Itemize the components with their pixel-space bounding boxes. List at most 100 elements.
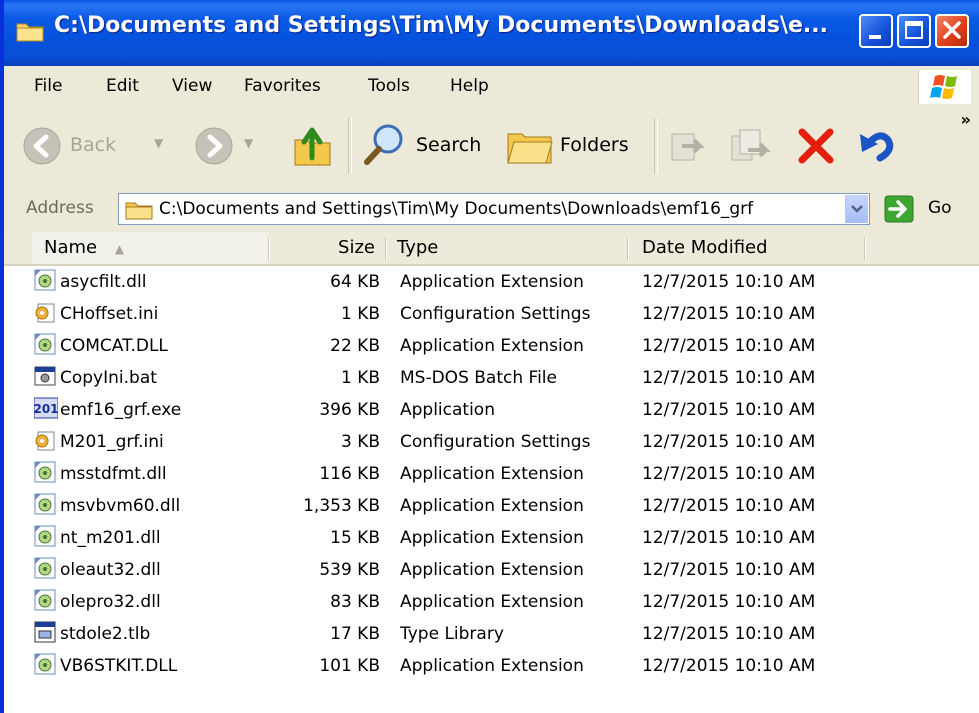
file-name[interactable]: msstdfmt.dll — [60, 464, 167, 484]
folders-icon[interactable] — [506, 124, 554, 166]
file-name[interactable]: olepro32.dll — [60, 592, 161, 612]
file-date-modified: 12/7/2015 10:10 AM — [642, 272, 816, 292]
move-to-icon[interactable] — [668, 126, 708, 166]
toolbar-overflow-chevron[interactable]: » — [961, 110, 971, 129]
tlb-icon — [34, 621, 56, 643]
dll-icon — [34, 525, 56, 547]
minimize-button[interactable] — [859, 14, 893, 48]
file-size: 83 KB — [330, 592, 380, 612]
column-header-type[interactable]: Type — [387, 232, 627, 264]
file-row[interactable]: nt_m201.dll 15 KB Application Extension 12/… — [4, 522, 979, 554]
title-bar[interactable]: C:\Documents and Settings\Tim\My Documen… — [4, 0, 979, 66]
file-name[interactable]: COMCAT.DLL — [60, 336, 168, 356]
file-size: 17 KB — [330, 624, 380, 644]
dll-icon — [34, 333, 56, 355]
close-button[interactable] — [935, 14, 969, 48]
delete-icon[interactable] — [796, 126, 836, 166]
back-arrow-icon[interactable] — [22, 126, 62, 166]
file-name[interactable]: oleaut32.dll — [60, 560, 161, 580]
file-row[interactable]: CopyIni.bat 1 KB MS-DOS Batch File 12/7/201… — [4, 362, 979, 394]
file-type: Application Extension — [400, 528, 584, 548]
file-type: Application Extension — [400, 464, 584, 484]
file-row[interactable]: msstdfmt.dll 116 KB Application Extension 1… — [4, 458, 979, 490]
file-row[interactable]: msvbvm60.dll 1,353 KB Application Extensio… — [4, 490, 979, 522]
dll-icon — [34, 557, 56, 579]
maximize-icon — [905, 21, 923, 39]
menu-edit[interactable]: Edit — [106, 76, 139, 96]
up-folder-icon[interactable] — [292, 122, 334, 168]
file-name[interactable]: M201_grf.ini — [60, 432, 164, 452]
explorer-window: C:\Documents and Settings\Tim\My Documen… — [0, 0, 979, 713]
file-row[interactable]: M201_grf.ini 3 KB Configuration Settings 12… — [4, 426, 979, 458]
forward-dropdown-icon[interactable]: ▼ — [244, 136, 253, 150]
ini-icon — [34, 429, 56, 451]
file-size: 116 KB — [319, 464, 380, 484]
file-type: Configuration Settings — [400, 432, 591, 452]
undo-icon[interactable] — [858, 126, 898, 166]
file-name[interactable]: asycfilt.dll — [60, 272, 146, 292]
address-dropdown-button[interactable] — [845, 195, 868, 223]
menu-view[interactable]: View — [172, 76, 212, 96]
folders-button[interactable]: Folders — [560, 134, 629, 156]
file-type: Application Extension — [400, 336, 584, 356]
file-type: Application Extension — [400, 656, 584, 676]
maximize-button[interactable] — [897, 14, 931, 48]
file-type: Application Extension — [400, 272, 584, 292]
address-label: Address — [26, 198, 94, 218]
file-type: MS-DOS Batch File — [400, 368, 557, 388]
minimize-icon — [869, 35, 881, 39]
file-row[interactable]: COMCAT.DLL 22 KB Application Extension 12/7… — [4, 330, 979, 362]
copy-to-icon[interactable] — [728, 126, 770, 166]
file-row[interactable]: olepro32.dll 83 KB Application Extension 12… — [4, 586, 979, 618]
column-header-size[interactable]: Size — [269, 232, 385, 264]
file-name[interactable]: CHoffset.ini — [60, 304, 158, 324]
file-size: 15 KB — [330, 528, 380, 548]
address-path: C:\Documents and Settings\Tim\My Documen… — [159, 199, 754, 219]
file-name[interactable]: nt_m201.dll — [60, 528, 161, 548]
menu-bar: File Edit View Favorites Tools Help — [4, 66, 979, 107]
address-input[interactable]: C:\Documents and Settings\Tim\My Documen… — [118, 193, 870, 225]
column-name-label: Name — [44, 237, 98, 258]
close-icon — [943, 21, 961, 39]
back-button[interactable]: Back — [70, 134, 116, 156]
bat-icon — [34, 365, 56, 387]
toolbar-separator — [654, 118, 658, 174]
file-list: asycfilt.dll 64 KB Application Extension 12… — [4, 266, 979, 713]
search-icon[interactable] — [362, 120, 408, 168]
go-button[interactable]: Go — [928, 198, 952, 218]
file-name[interactable]: VB6STKIT.DLL — [60, 656, 177, 676]
column-type-label: Type — [397, 237, 439, 258]
file-name[interactable]: CopyIni.bat — [60, 368, 157, 388]
column-divider[interactable] — [385, 238, 386, 260]
file-row[interactable]: asycfilt.dll 64 KB Application Extension 12… — [4, 266, 979, 298]
file-row[interactable]: oleaut32.dll 539 KB Application Extension 1… — [4, 554, 979, 586]
file-row[interactable]: VB6STKIT.DLL 101 KB Application Extension 1… — [4, 650, 979, 682]
column-date-label: Date Modified — [642, 237, 768, 258]
column-header-date[interactable]: Date Modified — [632, 232, 862, 264]
search-button[interactable]: Search — [416, 134, 481, 156]
menu-favorites[interactable]: Favorites — [244, 76, 321, 96]
column-divider[interactable] — [864, 238, 865, 260]
file-name[interactable]: emf16_grf.exe — [60, 400, 181, 420]
file-name[interactable]: stdole2.tlb — [60, 624, 150, 644]
file-type: Application Extension — [400, 592, 584, 612]
menu-help[interactable]: Help — [450, 76, 489, 96]
file-row[interactable]: CHoffset.ini 1 KB Configuration Settings 12… — [4, 298, 979, 330]
file-name[interactable]: msvbvm60.dll — [60, 496, 180, 516]
file-date-modified: 12/7/2015 10:10 AM — [642, 496, 816, 516]
column-header-name[interactable]: Name ▲ — [32, 232, 268, 264]
file-date-modified: 12/7/2015 10:10 AM — [642, 624, 816, 644]
go-arrow-icon[interactable] — [884, 195, 914, 223]
menu-tools[interactable]: Tools — [368, 76, 410, 96]
file-size: 3 KB — [340, 432, 380, 452]
svg-text:201: 201 — [34, 402, 58, 416]
forward-arrow-icon[interactable] — [194, 126, 234, 166]
file-row[interactable]: stdole2.tlb 17 KB Type Library 12/7/2015 10… — [4, 618, 979, 650]
back-dropdown-icon[interactable]: ▼ — [154, 136, 163, 150]
dll-icon — [34, 269, 56, 291]
file-type: Application Extension — [400, 496, 584, 516]
menu-file[interactable]: File — [34, 76, 62, 96]
column-divider[interactable] — [627, 238, 628, 260]
file-row[interactable]: 201 emf16_grf.exe 396 KB Application 12/7/20… — [4, 394, 979, 426]
standard-toolbar: Back ▼ ▼ Search Folders » — [4, 106, 979, 187]
